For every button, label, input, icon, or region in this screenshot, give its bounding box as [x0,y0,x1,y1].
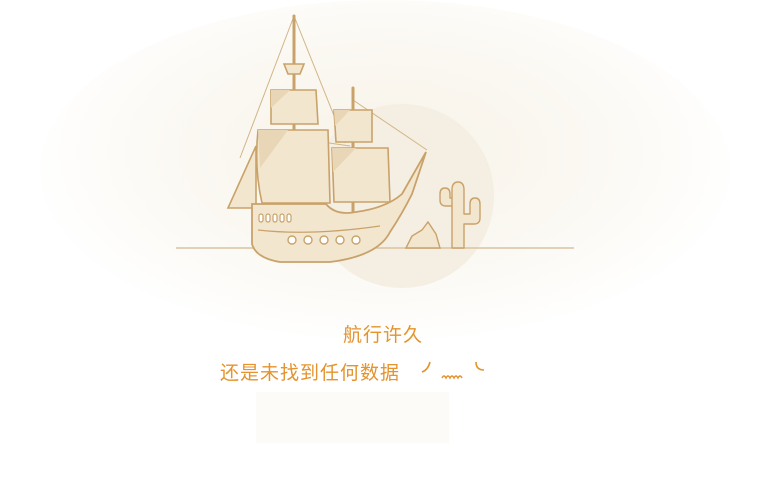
jib-sail [226,145,257,209]
shrug-emoticon-icon [421,361,485,380]
empty-state-message: 还是未找到任何数据 [220,362,401,384]
sailing-ship-illustration [176,14,574,288]
footer-placeholder [256,392,449,443]
crows-nest [282,63,306,75]
empty-state-message-row: 还是未找到任何数据 [220,358,520,392]
empty-state-title: 航行许久 [342,324,423,346]
